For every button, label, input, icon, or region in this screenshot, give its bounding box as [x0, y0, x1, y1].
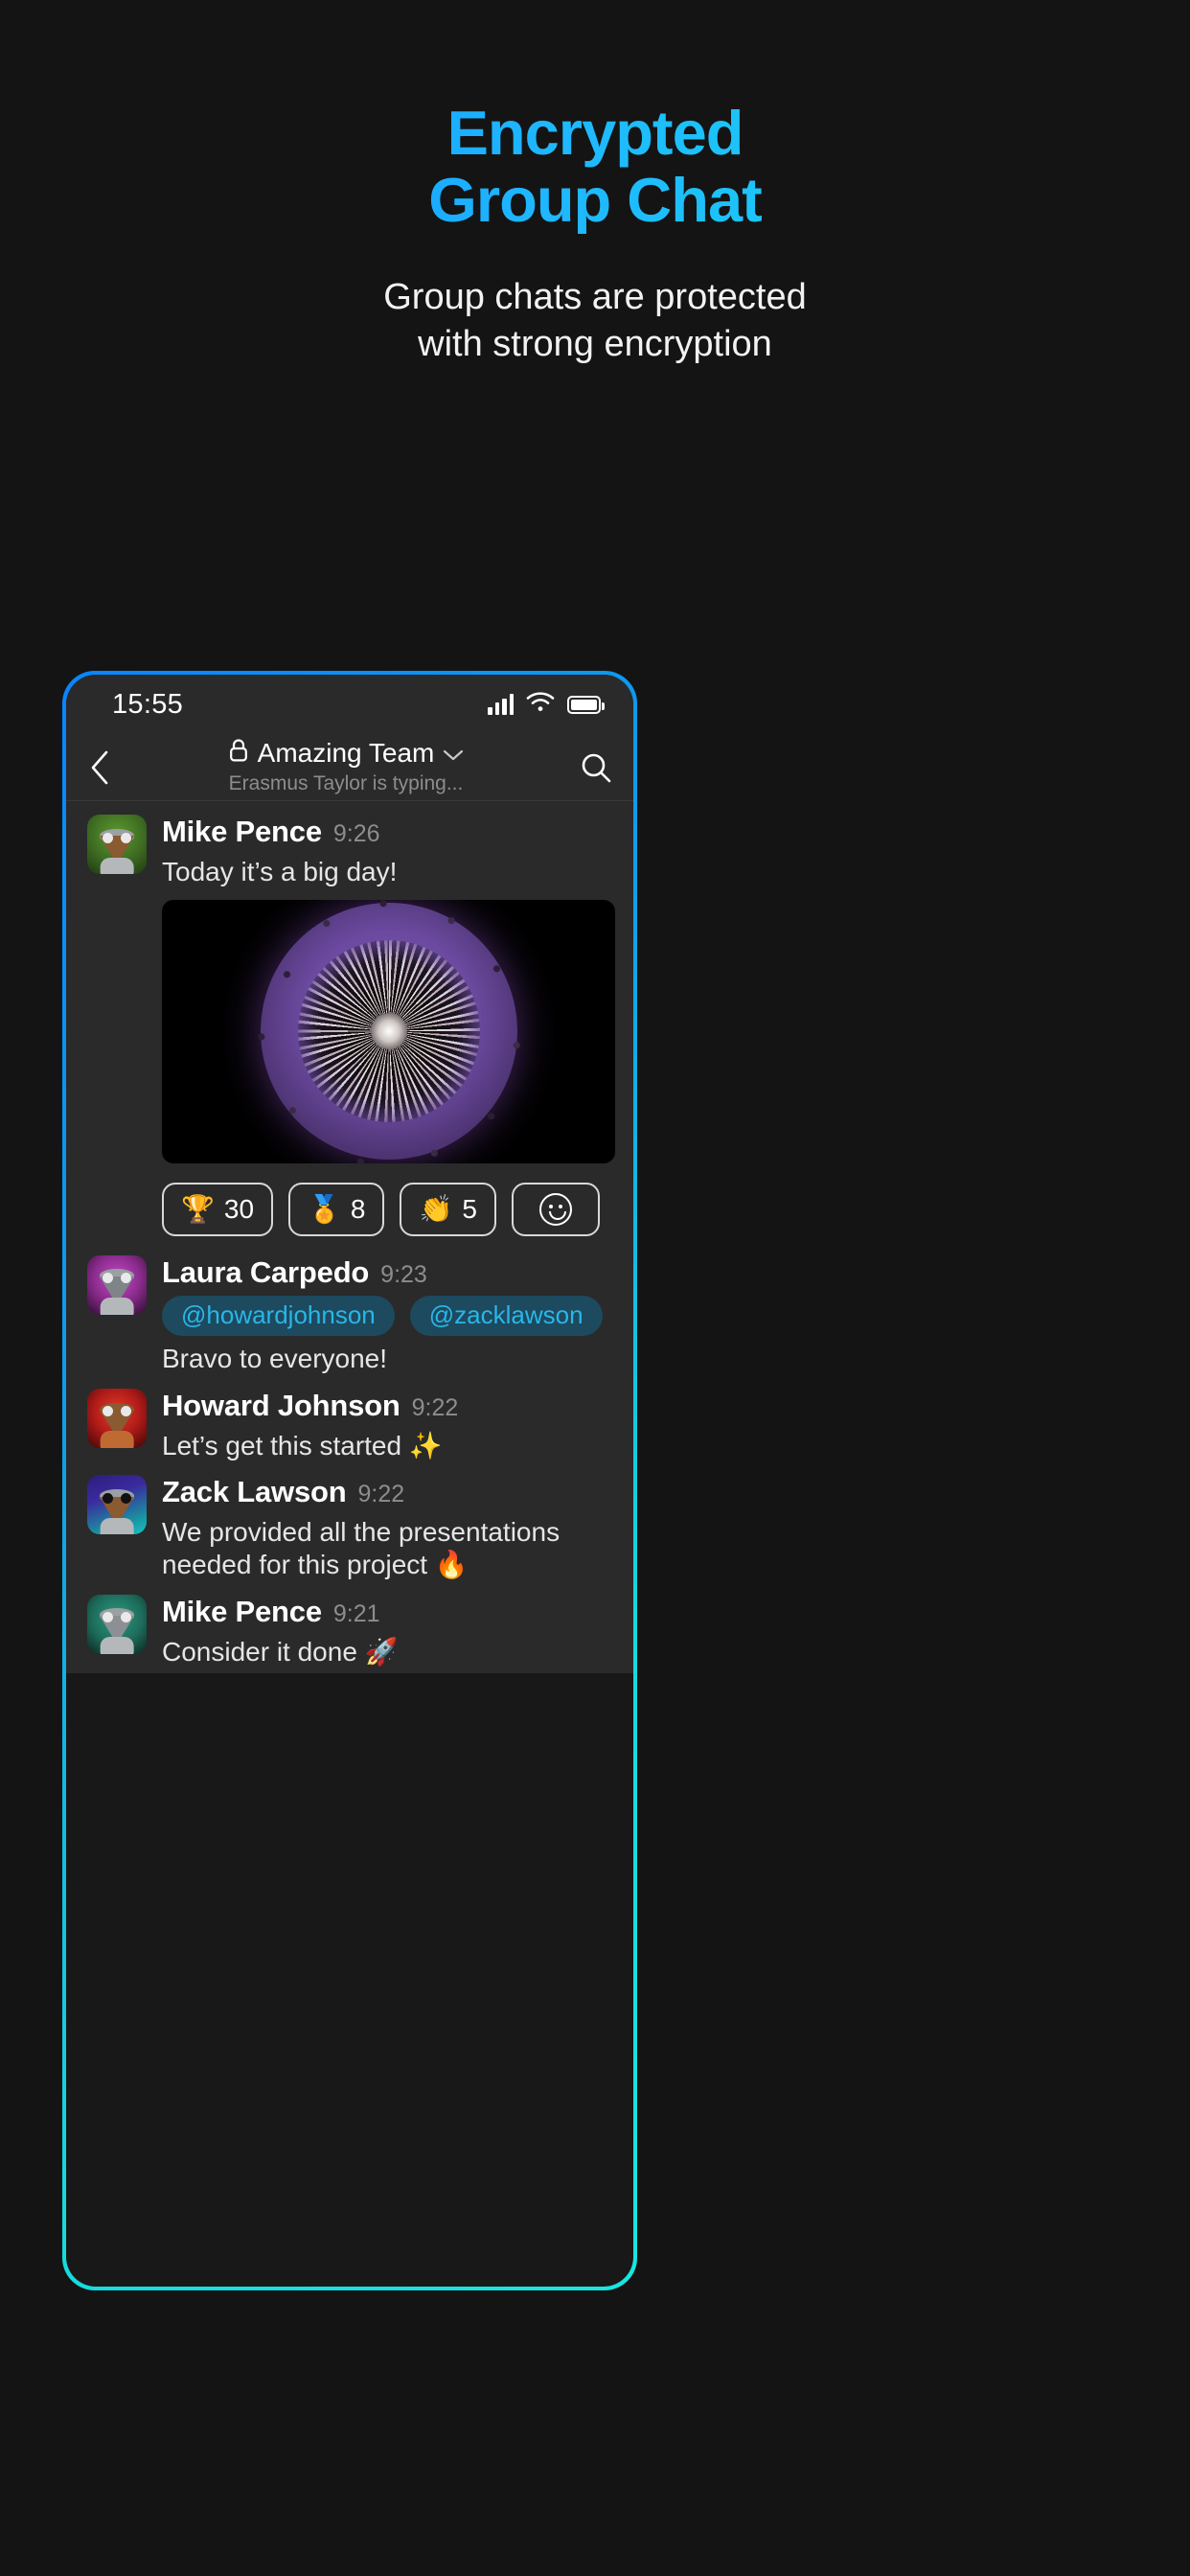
status-bar: 15:55	[66, 675, 633, 734]
orb-graphic	[246, 899, 531, 1163]
message-text: Today it’s a big day!	[162, 857, 398, 886]
message-text: Let’s get this started ✨	[162, 1430, 443, 1460]
medal-emoji: 🏅	[308, 1193, 341, 1224]
page-subtitle-line-1: Group chats are protected	[383, 277, 807, 318]
avatar-laura-carpedo[interactable]	[87, 1254, 147, 1315]
avatar-howard-johnson[interactable]	[87, 1388, 147, 1448]
message-time: 9:22	[411, 1393, 459, 1421]
back-button[interactable]	[66, 749, 133, 786]
message-body: Mike Pence 9:21 Consider it done 🚀	[162, 1595, 616, 1668]
message-time: 9:22	[357, 1481, 405, 1508]
sender-name: Mike Pence	[162, 815, 322, 848]
message-meta: Mike Pence 9:21	[162, 1595, 616, 1629]
status-bar-clock: 15:55	[112, 688, 184, 720]
nft-orb-image[interactable]	[162, 899, 615, 1163]
search-button[interactable]	[559, 751, 633, 784]
chat-header: Amazing Team Erasmus Taylor is typing...	[66, 734, 633, 801]
reaction-count: 30	[223, 1193, 255, 1224]
message-body: Howard Johnson 9:22 Let’s get this start…	[162, 1389, 616, 1462]
reaction-clap[interactable]: 👏 5	[400, 1182, 496, 1236]
reaction-trophy[interactable]: 🏆 30	[162, 1182, 274, 1236]
page-subtitle: Group chats are protected with strong en…	[0, 274, 1190, 367]
message-list[interactable]: Mike Pence 9:26 Today it’s a big day! 🏆 …	[66, 801, 633, 1674]
message-meta: Laura Carpedo 9:23	[162, 1255, 616, 1290]
message-item[interactable]: Mike Pence 9:21 Consider it done 🚀	[66, 1587, 633, 1674]
trophy-emoji: 🏆	[181, 1193, 215, 1224]
message-item[interactable]: Zack Lawson 9:22 We provided all the pre…	[66, 1467, 633, 1586]
chat-title: Amazing Team	[257, 738, 435, 768]
page-title-line-1: Encrypted	[446, 98, 744, 168]
phone-mockup: 15:55 Amazing Team Erasmus Taylor is typ…	[62, 671, 637, 2290]
reaction-count: 5	[462, 1193, 477, 1224]
smiley-face-icon	[538, 1192, 572, 1226]
avatar-mike-pence[interactable]	[87, 815, 147, 874]
status-bar-indicators	[488, 691, 605, 718]
sender-name: Howard Johnson	[162, 1388, 400, 1422]
reaction-medal[interactable]: 🏅 8	[288, 1182, 385, 1236]
avatar-zack-lawson[interactable]	[87, 1475, 147, 1535]
message-time: 9:26	[332, 820, 380, 847]
message-body: Zack Lawson 9:22 We provided all the pre…	[162, 1475, 616, 1580]
page-title-line-2: Group Chat	[428, 165, 762, 236]
chevron-down-icon[interactable]	[443, 738, 464, 769]
battery-full-icon	[567, 695, 605, 714]
promo-header: Encrypted Group Chat Group chats are pro…	[0, 0, 1190, 368]
message-body: Laura Carpedo 9:23 @howardjohnson @zackl…	[162, 1255, 616, 1375]
chat-title-row: Amazing Team	[133, 738, 559, 770]
message-meta: Howard Johnson 9:22	[162, 1389, 616, 1423]
wifi-icon	[526, 691, 555, 718]
avatar-mike-pence-2[interactable]	[87, 1594, 147, 1654]
message-time: 9:21	[332, 1599, 380, 1627]
promo-screenshot: Encrypted Group Chat Group chats are pro…	[0, 0, 1190, 2576]
clap-emoji: 👏	[419, 1193, 453, 1224]
message-meta: Mike Pence 9:26	[162, 815, 616, 849]
mention-pill[interactable]: @zacklawson	[409, 1295, 603, 1337]
chat-title-block[interactable]: Amazing Team Erasmus Taylor is typing...	[133, 738, 559, 795]
sender-name: Mike Pence	[162, 1594, 322, 1628]
mention-pill[interactable]: @howardjohnson	[162, 1295, 395, 1337]
signal-bars-icon	[488, 694, 514, 715]
lock-icon	[228, 738, 249, 770]
message-text: We provided all the presentations needed…	[162, 1517, 561, 1579]
sender-name: Laura Carpedo	[162, 1254, 370, 1289]
message-body: Mike Pence 9:26 Today it’s a big day! 🏆 …	[162, 815, 616, 1236]
message-item[interactable]: Howard Johnson 9:22 Let’s get this start…	[66, 1381, 633, 1468]
message-item[interactable]: Mike Pence 9:26 Today it’s a big day! 🏆 …	[66, 801, 633, 1242]
message-item[interactable]: Laura Carpedo 9:23 @howardjohnson @zackl…	[66, 1242, 633, 1381]
mention-list: @howardjohnson @zacklawson	[162, 1295, 616, 1337]
message-time: 9:23	[380, 1260, 427, 1288]
message-meta: Zack Lawson 9:22	[162, 1475, 616, 1509]
message-text: Bravo to everyone!	[162, 1344, 388, 1374]
message-text: Consider it done 🚀	[162, 1636, 399, 1667]
phone-screen: 15:55 Amazing Team Erasmus Taylor is typ…	[66, 675, 633, 2287]
page-subtitle-line-2: with strong encryption	[418, 324, 772, 364]
reaction-count: 8	[350, 1193, 366, 1224]
add-reaction-button[interactable]	[511, 1182, 600, 1236]
sender-name: Zack Lawson	[162, 1475, 347, 1509]
reaction-bar[interactable]: 🏆 30 🏅 8 👏 5	[162, 1182, 616, 1236]
typing-status: Erasmus Taylor is typing...	[228, 771, 464, 794]
page-title: Encrypted Group Chat	[0, 100, 1190, 234]
